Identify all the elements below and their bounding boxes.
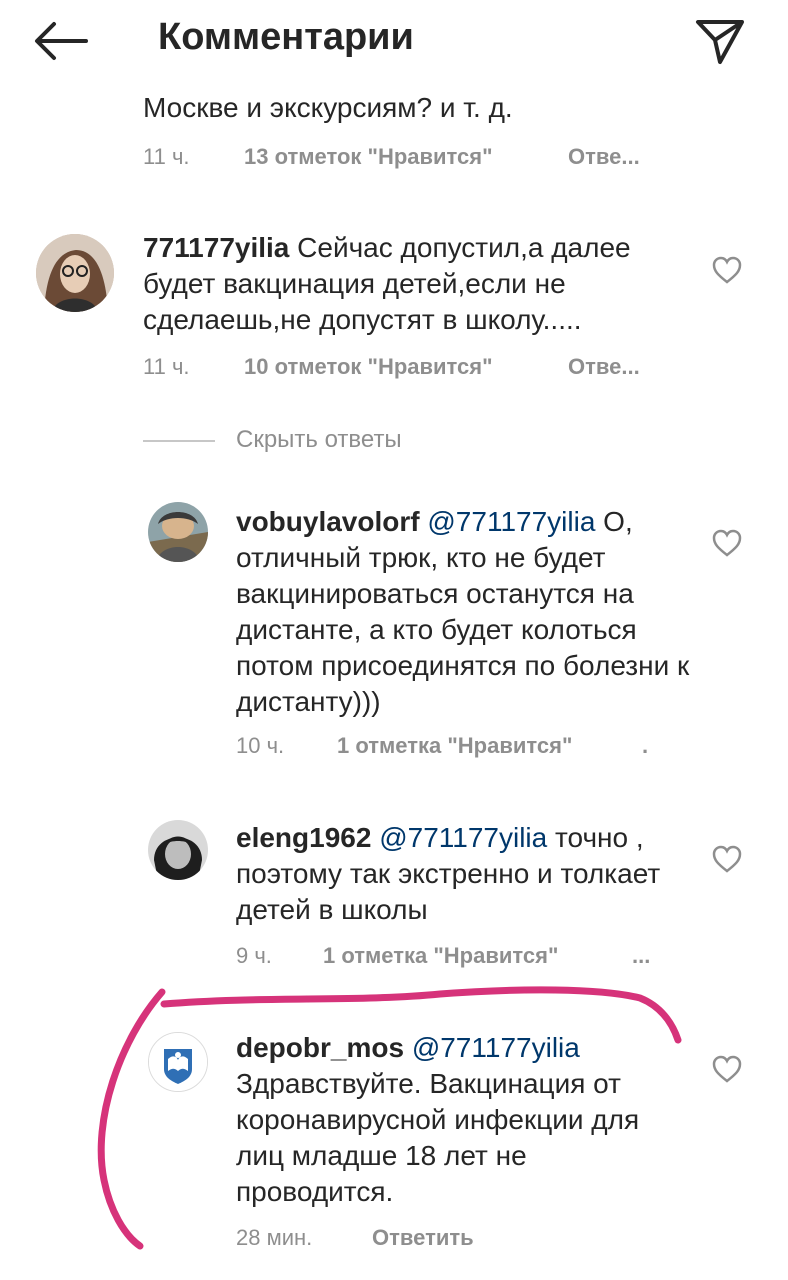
divider [143, 440, 215, 442]
comment-text: eleng1962 @771177yilia точно , поэтому т… [236, 822, 661, 925]
reply-button[interactable]: Ответить [372, 1225, 474, 1251]
comment-username[interactable]: 771177yilia [143, 232, 289, 263]
comment-text: Москве и экскурсиям? и т. д. [143, 92, 513, 123]
send-icon[interactable] [694, 16, 746, 68]
heart-icon[interactable] [712, 256, 742, 284]
comment-meta: 9 ч. 1 отметка "Нравится" ... [236, 943, 676, 973]
comment-meta: 11 ч. 13 отметок "Нравится" Отве... [143, 144, 703, 174]
reply-button[interactable]: Отве... [568, 144, 640, 170]
comment-meta: 10 ч. 1 отметка "Нравится" . [236, 733, 676, 763]
mention-link[interactable]: @771177yilia [427, 506, 595, 537]
avatar[interactable] [148, 820, 208, 880]
header-bar: Комментарии [0, 0, 788, 82]
comment-time: 11 ч. [143, 144, 190, 169]
avatar[interactable] [36, 234, 114, 312]
comment-username[interactable]: depobr_mos [236, 1032, 404, 1063]
comment-likes[interactable]: 10 отметок "Нравится" [244, 354, 493, 380]
reply-button[interactable]: ... [632, 943, 650, 969]
comment-username[interactable]: vobuylavolorf [236, 506, 420, 537]
comment-likes[interactable]: 1 отметка "Нравится" [337, 733, 572, 759]
reply-button[interactable]: Отве... [568, 354, 640, 380]
comment-text: 771177yilia Сейчас допустил,а далее буде… [143, 232, 631, 335]
comment-meta: 11 ч. 10 отметок "Нравится" Отве... [143, 354, 703, 384]
comment-meta: 28 мин. Ответить [236, 1225, 676, 1255]
avatar[interactable] [148, 1032, 208, 1092]
heart-icon[interactable] [712, 845, 742, 873]
page-title: Комментарии [158, 16, 414, 58]
mention-link[interactable]: @771177yilia [412, 1032, 580, 1063]
heart-icon[interactable] [712, 529, 742, 557]
hide-replies-button[interactable]: Скрыть ответы [236, 426, 402, 454]
reply-button[interactable]: . [642, 733, 648, 759]
comment-time: 10 ч. [236, 733, 285, 758]
mention-link[interactable]: @771177yilia [379, 822, 547, 853]
comment-time: 28 мин. [236, 1225, 313, 1250]
comment-text: depobr_mos @771177yilia Здравствуйте. Ва… [236, 1032, 640, 1207]
comment-time: 11 ч. [143, 354, 190, 379]
comment-likes[interactable]: 1 отметка "Нравится" [323, 943, 558, 969]
comment-time: 9 ч. [236, 943, 272, 968]
comment-likes[interactable]: 13 отметок "Нравится" [244, 144, 493, 170]
back-arrow-icon[interactable] [30, 18, 90, 64]
comment-text: vobuylavolorf @771177yilia О, отличный т… [236, 506, 690, 717]
heart-icon[interactable] [712, 1055, 742, 1083]
comment-username[interactable]: eleng1962 [236, 822, 371, 853]
avatar[interactable] [148, 502, 208, 562]
